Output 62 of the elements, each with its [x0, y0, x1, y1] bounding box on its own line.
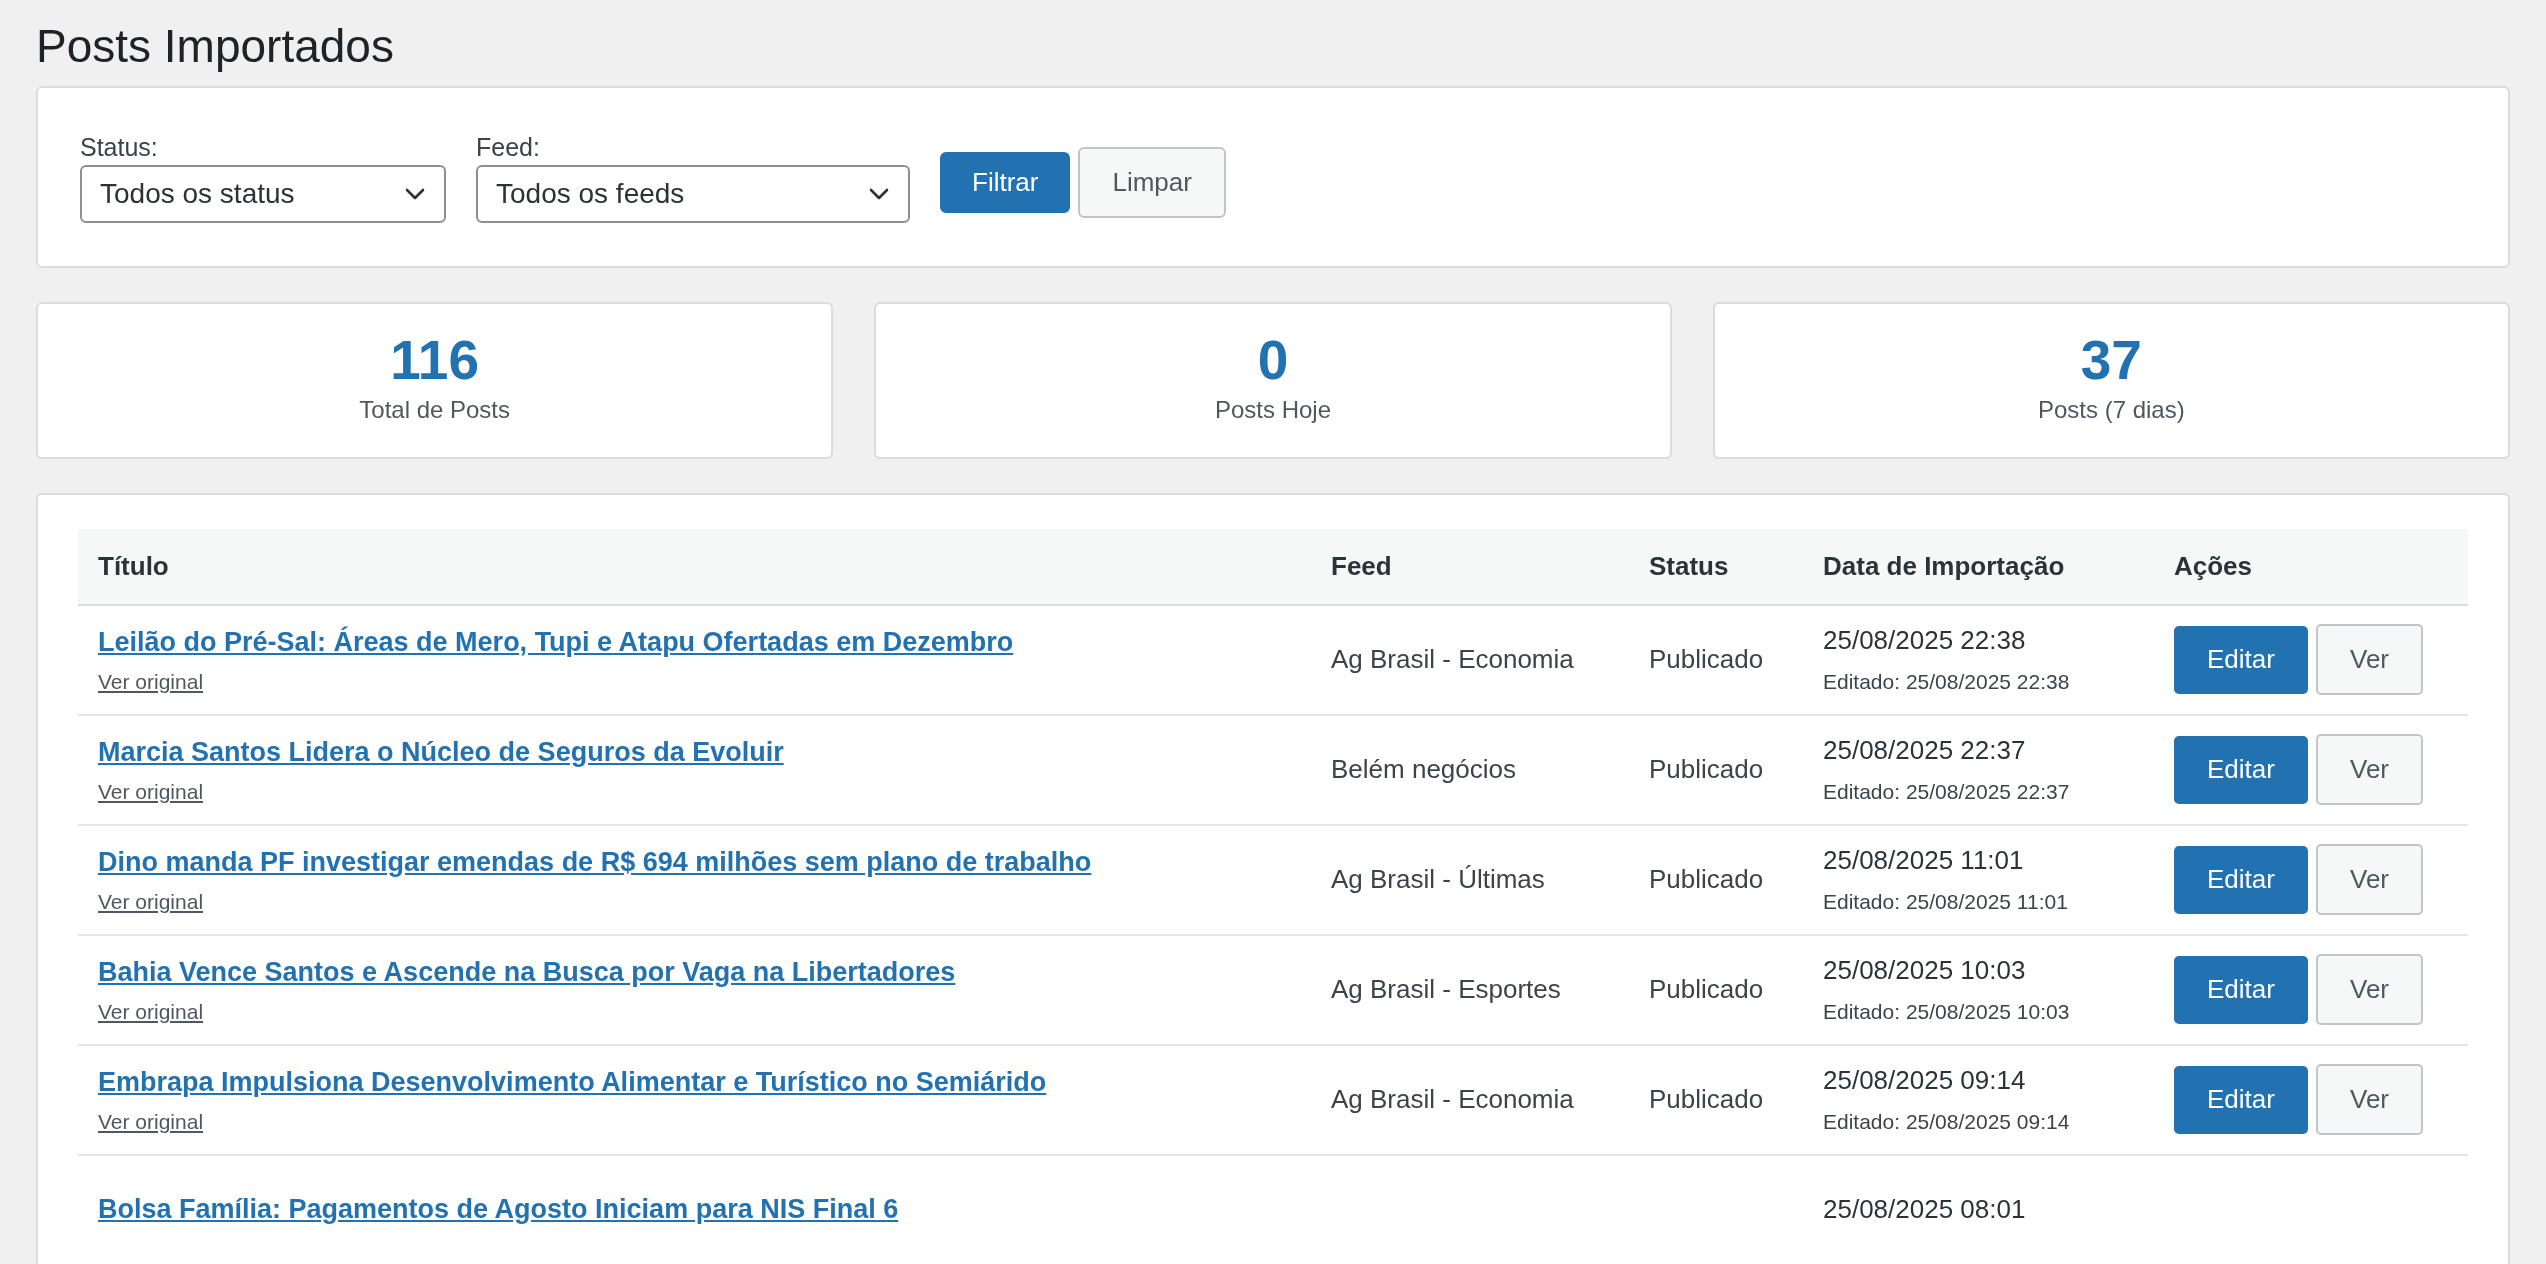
- select-field[interactable]: Todos os status: [80, 164, 446, 223]
- edit-button[interactable]: Editar: [2174, 845, 2308, 914]
- post-title-link[interactable]: Bahia Vence Santos e Ascende na Busca por Vaga na Libertadores: [98, 951, 956, 992]
- chevron-down-icon: [404, 186, 426, 201]
- chevron-down-icon: [868, 186, 890, 201]
- import-date: 25/08/2025 08:01: [1823, 1193, 2027, 1226]
- original-link[interactable]: Ver original: [98, 996, 204, 1028]
- view-button[interactable]: Ver: [2316, 1064, 2423, 1135]
- status-cell: Publicado: [1649, 754, 1764, 784]
- import-date: 25/08/2025 10:03: [1823, 954, 2027, 988]
- post-title-link[interactable]: Leilão do Pré-Sal: Áreas de Mero, Tupi e Atapu Ofertadas em Dezembro: [98, 621, 1014, 662]
- status-cell: Publicado: [1649, 1084, 1764, 1114]
- stat-value: 0: [1257, 332, 1289, 388]
- edited-date: Editado: 25/08/2025 10:03: [1823, 999, 2071, 1026]
- view-button[interactable]: Ver: [2316, 954, 2423, 1025]
- edited-date: Editado: 25/08/2025 11:01: [1823, 889, 2069, 916]
- column-header: Status: [1649, 550, 1729, 581]
- edit-button[interactable]: Editar: [2174, 735, 2308, 804]
- import-date: 25/08/2025 11:01: [1823, 844, 2025, 878]
- feed-cell: Ag Brasil - Economia: [1331, 1084, 1574, 1114]
- feed-cell: Ag Brasil - Esportes: [1331, 974, 1561, 1004]
- view-button[interactable]: Ver: [2316, 734, 2423, 805]
- column-header: Feed: [1331, 550, 1392, 581]
- import-date: 25/08/2025 09:14: [1823, 1064, 2027, 1098]
- import-date: 25/08/2025 22:38: [1823, 624, 2027, 658]
- stat-value: 116: [390, 332, 480, 388]
- column-header: Data de Importação: [1823, 550, 2065, 581]
- post-title-link[interactable]: Dino manda PF investigar emendas de R$ 694 milhões sem plano de trabalho: [98, 841, 1092, 882]
- field-label: Feed:: [476, 131, 541, 163]
- view-button[interactable]: Ver: [2316, 844, 2423, 915]
- edit-button[interactable]: Editar: [2174, 625, 2308, 694]
- edit-button[interactable]: Editar: [2174, 1065, 2308, 1134]
- original-link[interactable]: Ver original: [98, 886, 204, 918]
- feed-cell: Ag Brasil - Últimas: [1331, 864, 1545, 894]
- original-link[interactable]: Ver original: [98, 1106, 204, 1138]
- post-title-link[interactable]: Marcia Santos Lidera o Núcleo de Seguros da Evoluir: [98, 731, 784, 772]
- column-header: Ações: [2174, 550, 2253, 581]
- column-header: Título: [98, 550, 169, 581]
- post-title-link[interactable]: Embrapa Impulsiona Desenvolvimento Alimentar e Turístico no Semiárido: [98, 1061, 1047, 1102]
- import-date: 25/08/2025 22:37: [1823, 734, 2027, 768]
- clear-button[interactable]: Limpar: [1078, 146, 1226, 218]
- stat-label: Posts Hoje: [1214, 394, 1331, 425]
- original-link[interactable]: Ver original: [98, 776, 204, 808]
- select-field[interactable]: Todos os feeds: [476, 164, 910, 223]
- field-label: Status:: [80, 131, 159, 163]
- filter-button[interactable]: Filtrar: [940, 151, 1071, 213]
- status-cell: Publicado: [1649, 864, 1764, 894]
- stat-label: Total de Posts: [359, 394, 511, 425]
- stat-label: Posts (7 dias): [2037, 394, 2185, 425]
- edited-date: Editado: 25/08/2025 22:37: [1823, 779, 2071, 806]
- feed-cell: Ag Brasil - Economia: [1331, 644, 1574, 674]
- edited-date: Editado: 25/08/2025 22:38: [1823, 669, 2071, 696]
- original-link[interactable]: Ver original: [98, 666, 204, 698]
- status-cell: Publicado: [1649, 974, 1764, 1004]
- stat-value: 37: [2080, 332, 2142, 388]
- edited-date: Editado: 25/08/2025 09:14: [1823, 1109, 2071, 1136]
- status-cell: Publicado: [1649, 644, 1764, 674]
- edit-button[interactable]: Editar: [2174, 955, 2308, 1024]
- page-title: Posts Importados: [36, 19, 395, 74]
- feed-cell: Belém negócios: [1331, 754, 1516, 784]
- post-title-link[interactable]: Bolsa Família: Pagamentos de Agosto Iniciam para NIS Final 6: [98, 1189, 899, 1230]
- view-button[interactable]: Ver: [2316, 624, 2423, 695]
